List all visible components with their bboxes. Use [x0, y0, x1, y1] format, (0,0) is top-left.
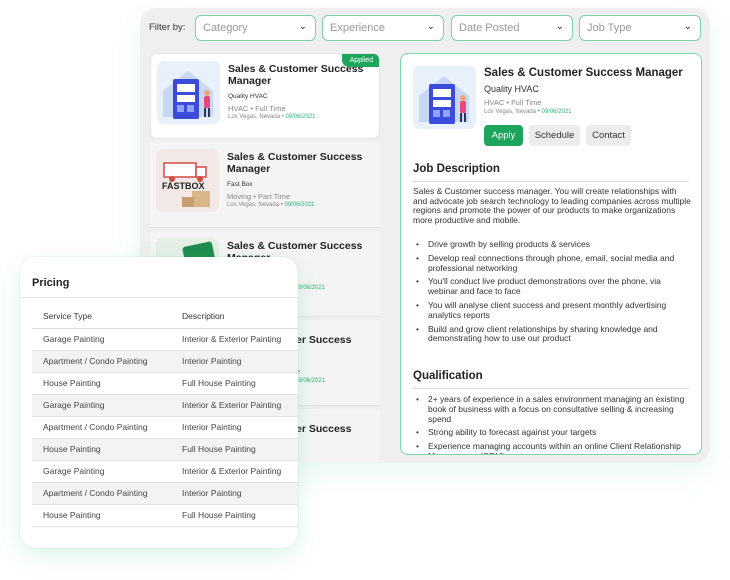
table-row: Garage Painting Interior & Exterior Paint…: [32, 394, 298, 417]
list-item: You will analyse client success and pres…: [413, 300, 691, 321]
description-cell: Interior Painting: [171, 416, 298, 439]
job-card-meta: Moving • Part Time: [227, 192, 291, 201]
description-cell: Full House Painting: [171, 504, 298, 527]
job-card-title: Sales & Customer Success Manager: [227, 151, 363, 175]
description-cell: Interior & Exterior Painting: [171, 328, 298, 351]
service-type-cell: House Painting: [32, 504, 171, 527]
table-row: Apartment / Condo Painting Interior Paint…: [32, 482, 298, 505]
description-cell: Interior & Exterior Painting: [171, 460, 298, 483]
job-card-company: Fast Box: [227, 181, 253, 188]
description-cell: Interior Painting: [171, 350, 298, 373]
responsibilities-list: Drive growth by selling products & servi…: [413, 239, 691, 348]
job-card-location: Los Vegas, Nevada • 09/06/2021: [228, 114, 316, 120]
column-header-service-type: Service Type: [32, 305, 171, 329]
job-detail-title: Sales & Customer Success Manager: [484, 67, 683, 79]
svg-text:FASTBOX: FASTBOX: [162, 181, 205, 191]
experience-select-value: Experience: [330, 22, 386, 34]
apply-button[interactable]: Apply: [484, 125, 523, 146]
chevron-down-icon: ⌄: [555, 21, 564, 32]
service-type-cell: Apartment / Condo Painting: [32, 350, 171, 373]
table-row: Apartment / Condo Painting Interior Paint…: [32, 350, 298, 373]
divider: [413, 181, 689, 182]
job-detail-pane: Sales & Customer Success Manager Quality…: [400, 53, 702, 455]
description-cell: Interior & Exterior Painting: [171, 394, 298, 417]
service-type-cell: House Painting: [32, 438, 171, 461]
filter-bar: Filter by: Category ⌄ Experience ⌄ Date …: [140, 8, 710, 48]
job-detail-meta: HVAC • Full Time: [484, 98, 542, 107]
table-row: Garage Painting Interior & Exterior Paint…: [32, 328, 298, 351]
table-row: House Painting Full House Painting: [32, 504, 298, 527]
job-card[interactable]: Sales & Customer Success Manager Quality…: [150, 53, 380, 139]
description-cell: Interior Painting: [171, 482, 298, 505]
job-card-location: Los Vegas, Nevada • 09/06/2021: [227, 202, 315, 208]
experience-select[interactable]: Experience ⌄: [322, 15, 444, 41]
date-posted-select-value: Date Posted: [459, 22, 520, 34]
divider: [20, 297, 298, 298]
divider: [413, 388, 689, 389]
pricing-card: Pricing Service Type Description Garage …: [20, 257, 298, 548]
hvac-unit-illustration-icon: [157, 61, 220, 124]
job-card-title: er Success: [296, 423, 352, 435]
list-item: You'll conduct live product demonstratio…: [413, 277, 691, 297]
list-item: 2+ years of experience in a sales enviro…: [413, 394, 691, 424]
job-type-select-value: Job Type: [587, 22, 632, 34]
service-type-cell: Apartment / Condo Painting: [32, 482, 171, 505]
job-description-text: Sales & Customer success manager. You wi…: [413, 186, 691, 225]
date-posted-select[interactable]: Date Posted ⌄: [451, 15, 573, 41]
service-type-cell: House Painting: [32, 372, 171, 395]
job-card-date: 09/06/2021: [295, 285, 326, 291]
list-item: Drive growth by selling products & servi…: [413, 239, 691, 250]
chevron-down-icon: ⌄: [683, 21, 692, 32]
service-type-cell: Garage Painting: [32, 460, 171, 483]
job-card-title: er Success: [296, 334, 352, 346]
category-select[interactable]: Category ⌄: [195, 15, 316, 41]
description-cell: Full House Painting: [171, 372, 298, 395]
table-row: House Painting Full House Painting: [32, 438, 298, 461]
list-item: Develop real connections through phone, …: [413, 253, 691, 274]
job-card-date: 09/06/2021: [295, 378, 326, 384]
table-row: Garage Painting Interior & Exterior Paint…: [32, 460, 298, 483]
job-detail-company: Quality HVAC: [484, 84, 539, 94]
list-item: Experience managing accounts within an o…: [413, 441, 691, 454]
job-type-select[interactable]: Job Type ⌄: [579, 15, 701, 41]
schedule-button[interactable]: Schedule: [529, 125, 580, 146]
applied-badge: Applied: [341, 54, 379, 67]
job-detail-location: Los Vegas, Nevada • 09/06/2021: [484, 109, 572, 115]
qualifications-list: 2+ years of experience in a sales enviro…: [413, 394, 691, 454]
table-row: Apartment / Condo Painting Interior Paint…: [32, 416, 298, 439]
service-type-cell: Garage Painting: [32, 328, 171, 351]
table-header-row: Service Type Description: [32, 305, 298, 329]
list-item: Build and grow client relationships by s…: [413, 324, 691, 345]
description-cell: Full House Painting: [171, 438, 298, 461]
qualification-heading: Qualification: [413, 370, 483, 382]
column-header-description: Description: [171, 305, 298, 329]
job-card[interactable]: FASTBOX Sales & Customer Success Manager…: [150, 142, 380, 228]
category-select-value: Category: [203, 22, 248, 34]
filter-label: Filter by:: [149, 22, 186, 33]
list-item: Strong ability to forecast against your …: [413, 428, 691, 438]
fastbox-moving-logo-icon: FASTBOX: [156, 149, 219, 212]
table-row: House Painting Full House Painting: [32, 372, 298, 395]
service-type-cell: Garage Painting: [32, 394, 171, 417]
pricing-title: Pricing: [32, 277, 70, 289]
service-type-cell: Apartment / Condo Painting: [32, 416, 171, 439]
pricing-table: Service Type Description Garage Painting…: [32, 305, 298, 527]
chevron-down-icon: ⌄: [426, 21, 435, 32]
hvac-unit-illustration-icon: [413, 66, 476, 129]
job-description-heading: Job Description: [413, 163, 500, 175]
job-card-company: Quality HVAC: [228, 93, 268, 100]
job-card-meta: HVAC • Full Time: [228, 104, 286, 113]
chevron-down-icon: ⌄: [298, 21, 307, 32]
contact-button[interactable]: Contact: [586, 125, 631, 146]
